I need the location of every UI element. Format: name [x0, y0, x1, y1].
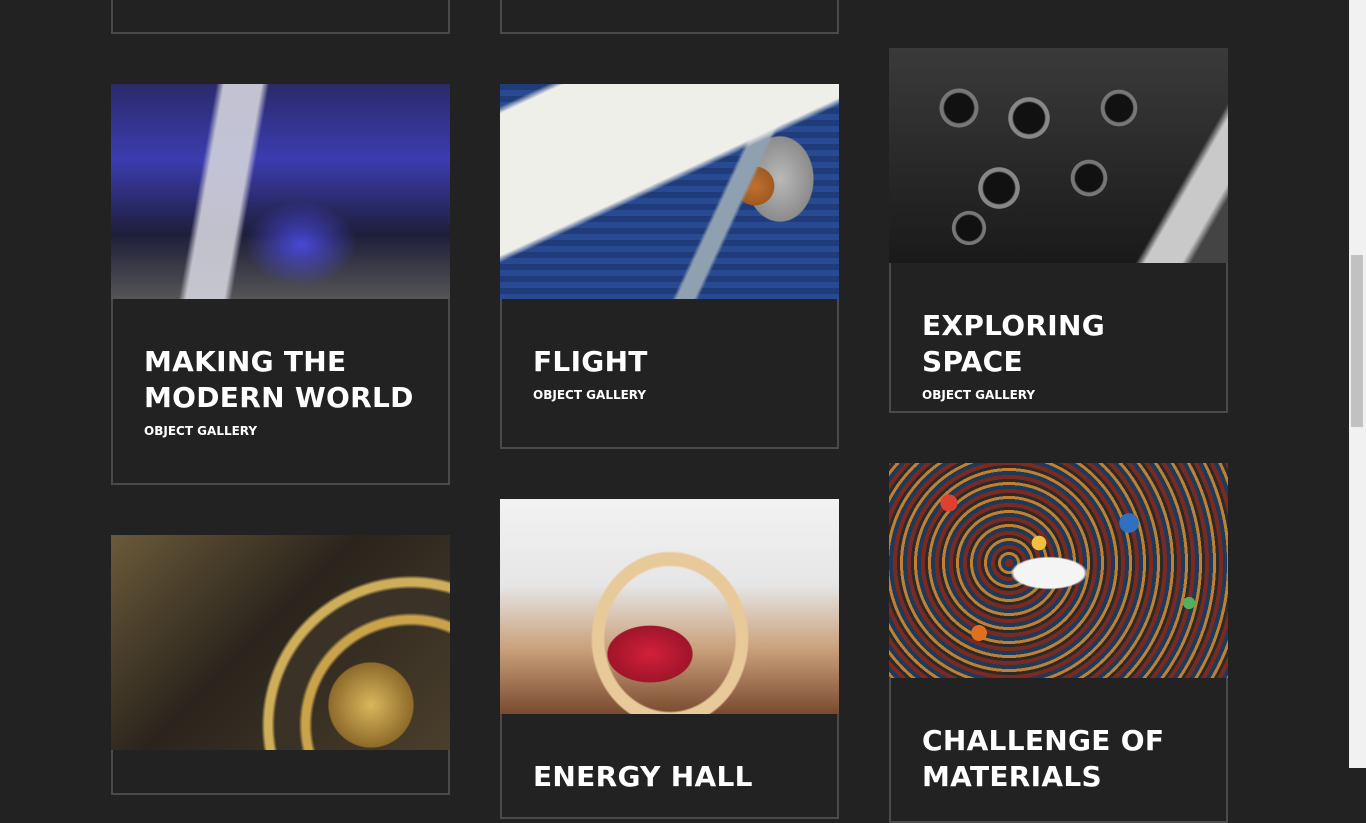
gallery-card-flight[interactable]: FLIGHT OBJECT GALLERY — [500, 84, 839, 449]
gallery-card-energy-hall[interactable]: ENERGY HALL — [500, 499, 839, 819]
gallery-card-exploring-space[interactable]: EXPLORING SPACE OBJECT GALLERY — [889, 48, 1228, 413]
gallery-title[interactable]: FLIGHT — [533, 344, 807, 380]
page-scrollbar[interactable] — [1349, 0, 1366, 768]
gallery-type: OBJECT GALLERY — [922, 388, 1036, 402]
gallery-image[interactable] — [889, 48, 1228, 263]
gallery-card-partial[interactable] — [111, 0, 450, 34]
gallery-card-clock[interactable] — [111, 535, 450, 795]
gallery-title[interactable]: MAKING THE MODERN WORLD — [144, 344, 418, 416]
gallery-title[interactable]: CHALLENGE OF MATERIALS — [922, 723, 1196, 795]
gallery-image[interactable] — [111, 535, 450, 750]
gallery-image[interactable] — [889, 463, 1228, 678]
gallery-card-making-the-modern-world[interactable]: MAKING THE MODERN WORLD OBJECT GALLERY — [111, 84, 450, 485]
gallery-card-challenge-of-materials[interactable]: CHALLENGE OF MATERIALS — [889, 463, 1228, 823]
gallery-image[interactable] — [500, 499, 839, 714]
scrollbar-thumb[interactable] — [1351, 255, 1363, 427]
gallery-card-partial[interactable] — [500, 0, 839, 34]
gallery-image[interactable] — [111, 84, 450, 299]
gallery-image[interactable] — [500, 84, 839, 299]
gallery-type: OBJECT GALLERY — [533, 388, 647, 402]
gallery-title[interactable]: ENERGY HALL — [533, 759, 807, 795]
gallery-title[interactable]: EXPLORING SPACE — [922, 308, 1196, 380]
gallery-type: OBJECT GALLERY — [144, 424, 258, 438]
